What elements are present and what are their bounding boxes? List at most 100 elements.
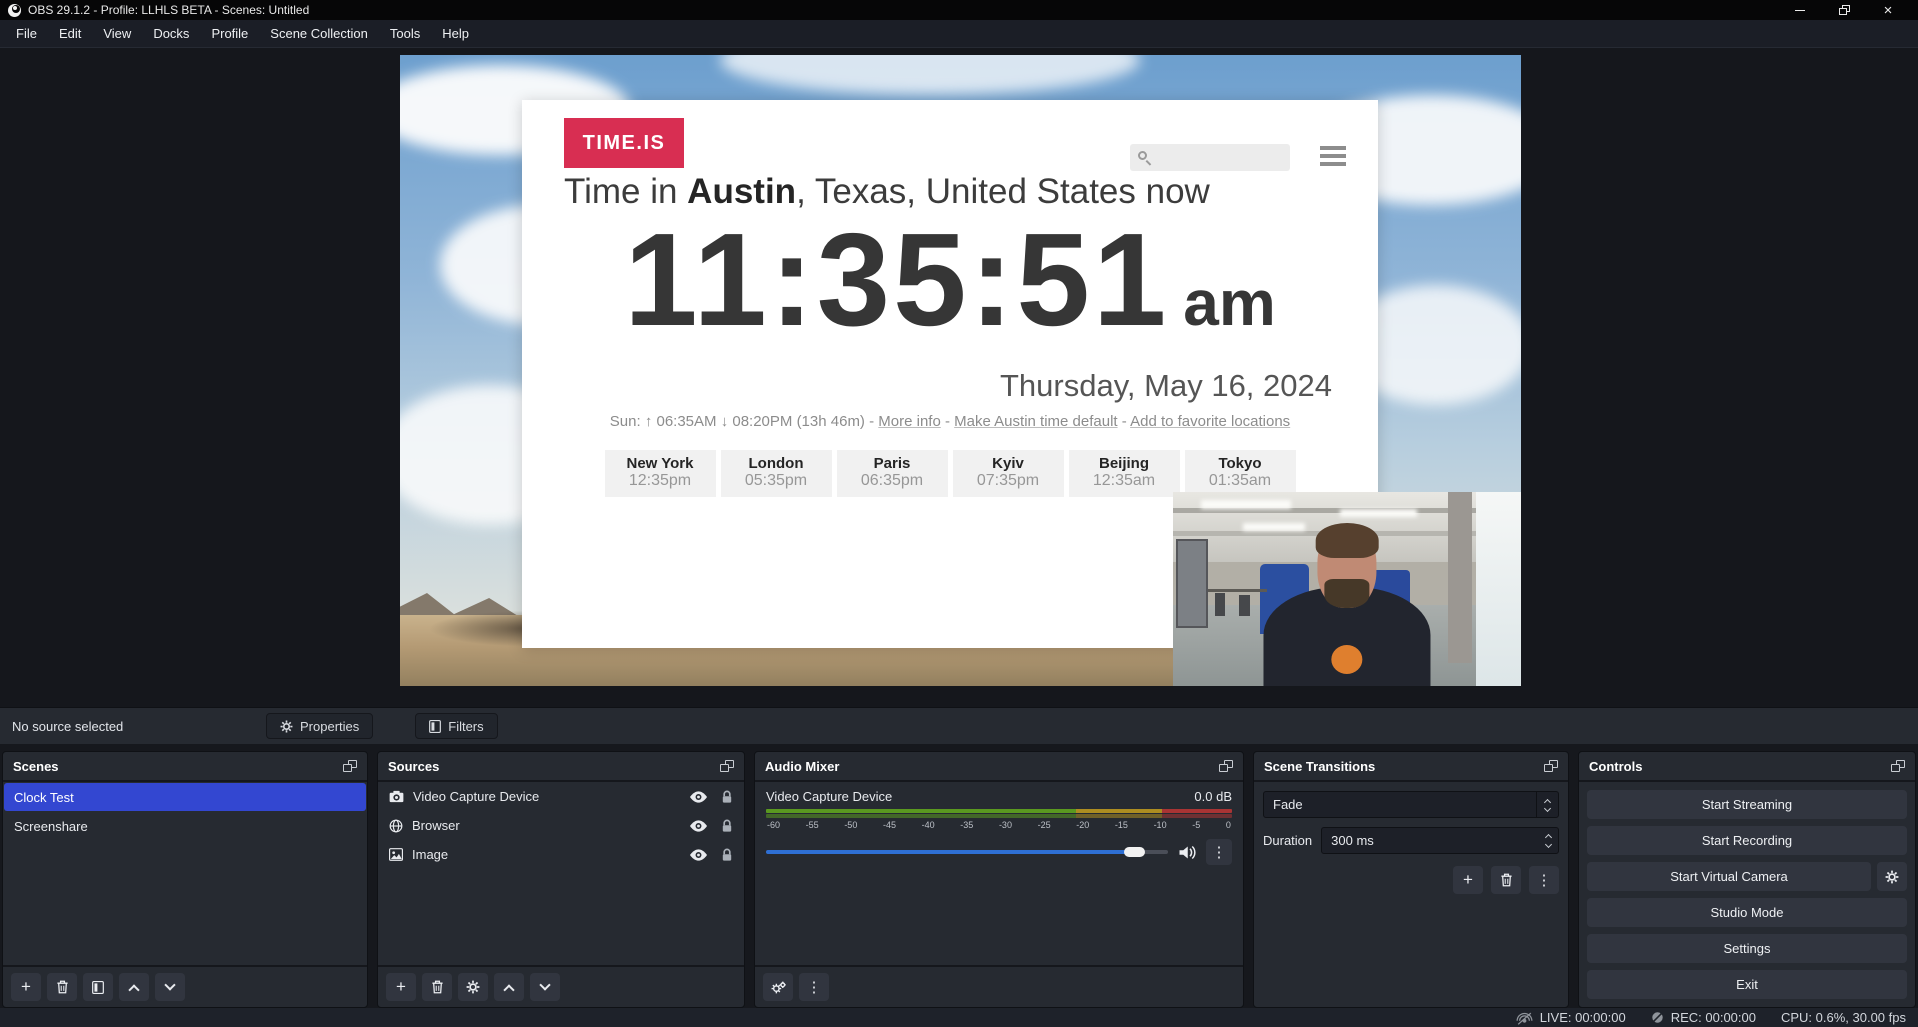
city-box-tokyo[interactable]: Tokyo01:35am: [1185, 450, 1296, 497]
preview-area[interactable]: TIME.IS Time in Austin, Texas, United St…: [0, 48, 1918, 707]
speaker-icon[interactable]: [1178, 845, 1196, 860]
world-cities-row: New York12:35pm London05:35pm Paris06:35…: [522, 450, 1378, 497]
clock-ampm: am: [1183, 267, 1276, 339]
city-box-newyork[interactable]: New York12:35pm: [605, 450, 716, 497]
gear-icon: [1885, 870, 1899, 884]
city-box-london[interactable]: London05:35pm: [721, 450, 832, 497]
menu-view[interactable]: View: [92, 21, 142, 46]
menu-help[interactable]: Help: [431, 21, 480, 46]
popout-icon[interactable]: [720, 760, 734, 772]
remove-scene-button[interactable]: [47, 973, 77, 1001]
menu-edit[interactable]: Edit: [48, 21, 92, 46]
transition-select-arrows[interactable]: [1536, 792, 1558, 817]
eye-icon[interactable]: [690, 849, 707, 861]
add-transition-button[interactable]: +: [1453, 866, 1483, 894]
start-streaming-button[interactable]: Start Streaming: [1587, 790, 1907, 819]
source-move-up-button[interactable]: [494, 973, 524, 1001]
timeis-sun-info: Sun: ↑ 06:35AM ↓ 08:20PM (13h 46m) - Mor…: [522, 413, 1378, 430]
popout-icon[interactable]: [343, 760, 357, 772]
audio-settings-icon: [771, 981, 786, 994]
transition-menu-button[interactable]: ⋮: [1529, 866, 1559, 894]
exit-button[interactable]: Exit: [1587, 970, 1907, 999]
mixer-channel-name: Video Capture Device: [766, 789, 892, 804]
kebab-icon: ⋮: [807, 980, 822, 995]
duration-spin-arrows[interactable]: [1538, 830, 1558, 851]
add-favorite-link[interactable]: Add to favorite locations: [1130, 413, 1290, 430]
duration-spinbox[interactable]: 300 ms: [1321, 827, 1559, 854]
scene-filters-button[interactable]: [83, 973, 113, 1001]
scene-item-screenshare[interactable]: Screenshare: [4, 812, 366, 840]
lock-icon[interactable]: [721, 848, 733, 862]
source-row-video-capture[interactable]: Video Capture Device: [378, 782, 744, 811]
studio-mode-button[interactable]: Studio Mode: [1587, 898, 1907, 927]
timeis-logo[interactable]: TIME.IS: [564, 118, 684, 168]
remove-transition-button[interactable]: [1491, 866, 1521, 894]
virtual-camera-settings-button[interactable]: [1877, 862, 1907, 891]
kebab-icon: ⋮: [1212, 845, 1227, 860]
sources-header: Sources: [378, 752, 744, 782]
remove-source-button[interactable]: [422, 973, 452, 1001]
dock-area: Scenes Clock Test Screenshare + Sources …: [0, 751, 1918, 1008]
source-move-down-button[interactable]: [530, 973, 560, 1001]
scene-transitions-panel: Scene Transitions Fade Duration 300 ms: [1253, 751, 1569, 1008]
lock-icon[interactable]: [721, 819, 733, 833]
chevron-down-icon: [539, 979, 550, 990]
eye-icon[interactable]: [690, 820, 707, 832]
webcam-pillar: [1448, 492, 1472, 663]
minimize-button[interactable]: [1778, 0, 1822, 20]
rec-status: REC: 00:00:00: [1651, 1010, 1756, 1025]
sources-footer: +: [378, 965, 744, 1007]
webcam-overlay: [1173, 492, 1521, 686]
lock-icon[interactable]: [721, 790, 733, 804]
make-default-link[interactable]: Make Austin time default: [954, 413, 1117, 430]
city-box-kyiv[interactable]: Kyiv07:35pm: [953, 450, 1064, 497]
program-preview[interactable]: TIME.IS Time in Austin, Texas, United St…: [400, 55, 1521, 686]
popout-icon[interactable]: [1544, 760, 1558, 772]
advanced-audio-button[interactable]: [763, 973, 793, 1001]
mixer-channel-menu-button[interactable]: ⋮: [1206, 839, 1232, 865]
audio-mixer-panel: Audio Mixer Video Capture Device 0.0 dB …: [754, 751, 1244, 1008]
menu-docks[interactable]: Docks: [142, 21, 200, 46]
kebab-icon: ⋮: [1537, 873, 1552, 888]
source-row-image[interactable]: Image: [378, 840, 744, 869]
source-row-browser[interactable]: Browser: [378, 811, 744, 840]
add-source-button[interactable]: +: [386, 973, 416, 1001]
menu-profile[interactable]: Profile: [200, 21, 259, 46]
menu-tools[interactable]: Tools: [379, 21, 431, 46]
volume-slider-handle[interactable]: [1124, 847, 1145, 857]
volume-slider[interactable]: [766, 850, 1168, 854]
record-inactive-icon: [1651, 1011, 1664, 1024]
start-virtual-camera-button[interactable]: Start Virtual Camera: [1587, 862, 1871, 891]
properties-button[interactable]: Properties: [266, 713, 373, 739]
image-icon: [389, 848, 403, 861]
add-scene-button[interactable]: +: [11, 973, 41, 1001]
hamburger-menu-icon[interactable]: [1320, 146, 1346, 166]
popout-icon[interactable]: [1891, 760, 1905, 772]
close-button[interactable]: ×: [1866, 0, 1910, 20]
restore-button[interactable]: [1822, 0, 1866, 20]
scene-item-clock-test[interactable]: Clock Test: [4, 783, 366, 811]
city-box-paris[interactable]: Paris06:35pm: [837, 450, 948, 497]
mixer-menu-button[interactable]: ⋮: [799, 973, 829, 1001]
transition-select[interactable]: Fade: [1263, 791, 1559, 818]
timeis-date: Thursday, May 16, 2024: [1000, 368, 1332, 404]
timeis-clock: 11:35:51am: [522, 204, 1378, 355]
settings-button[interactable]: Settings: [1587, 934, 1907, 963]
eye-icon[interactable]: [690, 791, 707, 803]
scene-move-up-button[interactable]: [119, 973, 149, 1001]
scenes-footer: +: [3, 965, 367, 1007]
city-box-beijing[interactable]: Beijing12:35am: [1069, 450, 1180, 497]
scene-move-down-button[interactable]: [155, 973, 185, 1001]
more-info-link[interactable]: More info: [878, 413, 941, 430]
window-title: OBS 29.1.2 - Profile: LLHLS BETA - Scene…: [28, 3, 309, 17]
start-recording-button[interactable]: Start Recording: [1587, 826, 1907, 855]
source-properties-button[interactable]: [458, 973, 488, 1001]
scenes-list: Clock Test Screenshare: [3, 782, 367, 965]
timeis-search-input[interactable]: [1130, 144, 1290, 171]
restore-icon: [1839, 5, 1850, 15]
menu-scene-collection[interactable]: Scene Collection: [259, 21, 379, 46]
popout-icon[interactable]: [1219, 760, 1233, 772]
menu-file[interactable]: File: [5, 21, 48, 46]
volume-meter: [766, 809, 1232, 813]
filters-button[interactable]: Filters: [415, 713, 497, 739]
